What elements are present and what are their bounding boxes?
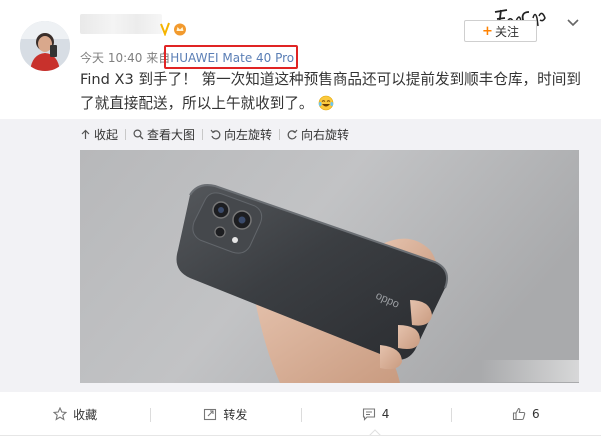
- toolbar-divider: [125, 128, 127, 140]
- view-large-button[interactable]: 查看大图: [133, 126, 195, 143]
- post-time[interactable]: 今天 10:40: [80, 51, 142, 65]
- magnifier-icon: [133, 128, 144, 139]
- post-photo[interactable]: oppo: [80, 150, 579, 383]
- repost-icon: [204, 408, 217, 421]
- rotate-left-button[interactable]: 向左旋转: [210, 126, 272, 143]
- image-watermark: [481, 360, 579, 382]
- device-highlight-box: [164, 45, 298, 69]
- like-count: 6: [532, 407, 540, 421]
- avatar[interactable]: [20, 21, 70, 71]
- rotate-left-icon: [210, 129, 221, 139]
- favorite-button[interactable]: 收藏: [0, 396, 150, 432]
- chevron-down-icon[interactable]: [566, 18, 580, 28]
- follow-button[interactable]: + 关注: [464, 20, 537, 42]
- comment-icon: [362, 408, 375, 421]
- user-badges: [160, 22, 187, 36]
- like-button[interactable]: 6: [450, 396, 601, 432]
- divider: [0, 435, 601, 436]
- post-actions: 收藏 转发 4 6: [0, 396, 601, 432]
- favorite-label: 收藏: [73, 407, 98, 422]
- view-large-label: 查看大图: [147, 127, 196, 142]
- repost-button[interactable]: 转发: [150, 396, 300, 432]
- star-icon: [53, 407, 68, 421]
- follow-label: 关注: [494, 24, 519, 39]
- member-crown-icon[interactable]: [173, 22, 187, 36]
- toolbar-divider: [279, 128, 281, 140]
- rotate-left-label: 向左旋转: [224, 127, 273, 142]
- thumbs-up-icon: [512, 407, 526, 421]
- rotate-right-button[interactable]: 向右旋转: [287, 126, 349, 143]
- username-blurred[interactable]: [80, 14, 162, 34]
- collapse-label: 收起: [94, 127, 119, 142]
- rotate-right-icon: [287, 129, 298, 139]
- toolbar-divider: [202, 128, 204, 140]
- verified-v-icon: [160, 22, 170, 36]
- collapse-button[interactable]: 收起: [80, 126, 118, 143]
- media-toolbar: 收起 查看大图 向左旋转 向右旋转: [80, 126, 349, 142]
- post-text: Find X3 到手了！ 第一次知道这种预售商品还可以提前发到顺丰仓库，时间到了…: [80, 68, 585, 116]
- avatar-image: [20, 21, 70, 71]
- collapse-arrow-icon: [81, 129, 90, 139]
- rotate-right-label: 向右旋转: [301, 127, 350, 142]
- laugh-cry-emoji-icon: [318, 95, 333, 111]
- plus-icon: +: [482, 23, 493, 39]
- phone-photo-illustration: oppo: [80, 150, 579, 383]
- repost-label: 转发: [223, 407, 248, 422]
- comment-button[interactable]: 4: [300, 396, 451, 432]
- comment-count: 4: [381, 407, 390, 421]
